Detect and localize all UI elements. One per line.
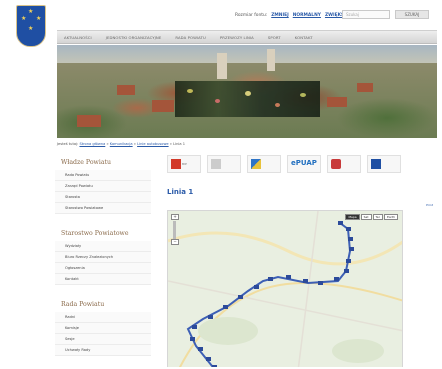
sidebar-item[interactable]: Starosta [55, 192, 151, 203]
town-aerial-banner [57, 45, 437, 138]
nav-item-transport[interactable]: PRZEWOZY LINIA [213, 35, 261, 40]
sidebar-item[interactable]: Radni [55, 312, 151, 323]
sidebar-item[interactable]: Komisje [55, 323, 151, 334]
epuap-logo-link[interactable]: ePUAP [287, 155, 321, 173]
sidebar-item[interactable]: Sesje [55, 334, 151, 345]
breadcrumb-prefix: Jesteś tutaj: [57, 142, 79, 146]
sidebar-item[interactable]: Kontakt [55, 274, 151, 285]
document-icon [211, 159, 221, 169]
flower-bed-strip [175, 81, 320, 117]
sidebar-item[interactable]: Uchwały Rady [55, 345, 151, 356]
sidebar-section-title: Rada Powiatu [61, 301, 105, 308]
nav-item-sport[interactable]: SPORT [261, 35, 288, 40]
sidebar-item[interactable]: Zarząd Powiatu [55, 181, 151, 192]
map-type-control: Mapa Sat Ter Earth [345, 214, 398, 220]
bip-logo-link[interactable]: BIP [167, 155, 201, 173]
eu-flag-icon [371, 159, 381, 169]
sidebar-section-title: Starostwo Powiatowe [61, 230, 129, 237]
bus-route-line [186, 222, 352, 367]
flag-icon [251, 159, 261, 169]
star-icon: ★ [28, 25, 34, 32]
star-icon: ★ [21, 15, 27, 22]
document-logo-link[interactable] [207, 155, 241, 173]
sidebar: Władze Powiatu Rada Powiatu Zarząd Powia… [55, 153, 159, 367]
breadcrumb-communication[interactable]: Komunikacja [110, 142, 133, 146]
flag-logo-link[interactable] [247, 155, 281, 173]
map-zoom-control: + − [171, 214, 179, 248]
map-type-map-button[interactable]: Mapa [345, 214, 360, 220]
breadcrumb-bus-lines[interactable]: Linie autobusowe [137, 142, 169, 146]
nav-item-units[interactable]: JEDNOSTKI ORGANIZACYJNE [99, 35, 169, 40]
map-type-earth-button[interactable]: Earth [383, 214, 398, 220]
star-icon: ★ [36, 15, 42, 22]
print-link[interactable]: Print [426, 203, 433, 207]
nav-item-news[interactable]: AKTUALNOŚCI [57, 35, 99, 40]
eu-logo-link[interactable] [367, 155, 401, 173]
partner-logos: BIP ePUAP [167, 155, 437, 177]
sidebar-item[interactable]: Wydziały [55, 241, 151, 252]
font-size-decrease-link[interactable]: ZMNIEJ [271, 13, 289, 18]
font-size-controls: Rozmiar fontu: ZMNIEJ NORMALNY ZWIĘKSZ [235, 13, 347, 18]
sidebar-item[interactable]: Ogłoszenia [55, 263, 151, 274]
zoom-in-button[interactable]: + [171, 214, 179, 220]
nav-item-contact[interactable]: KONTAKT [288, 35, 320, 40]
search-button[interactable]: SZUKAJ [395, 10, 429, 19]
main-navigation: AKTUALNOŚCI JEDNOSTKI ORGANIZACYJNE RADA… [57, 30, 437, 44]
breadcrumb: Jesteś tutaj: Strona główna » Komunikacj… [57, 142, 185, 146]
search-input[interactable]: Szukaj [342, 10, 390, 19]
main-content: BIP ePUAP Linia 1 Print + − Mapa Sat Ter… [167, 155, 437, 367]
nav-item-council[interactable]: RADA POWIATU [168, 35, 213, 40]
eagle-icon [331, 159, 341, 169]
breadcrumb-home[interactable]: Strona główna [79, 142, 105, 146]
font-size-label: Rozmiar fontu: [235, 13, 268, 18]
map-type-satellite-button[interactable]: Sat [360, 214, 372, 220]
epuap-icon: ePUAP [291, 159, 317, 167]
route-map[interactable]: + − Mapa Sat Ter Earth [167, 210, 403, 367]
sidebar-item[interactable]: Starostwo Powiatowe [55, 203, 151, 214]
map-canvas [168, 211, 402, 367]
zoom-out-button[interactable]: − [171, 239, 179, 245]
star-icon: ★ [28, 8, 34, 15]
header: Rozmiar fontu: ZMNIEJ NORMALNY ZWIĘKSZ S… [3, 3, 437, 27]
page: Rozmiar fontu: ZMNIEJ NORMALNY ZWIĘKSZ S… [3, 3, 437, 367]
map-type-terrain-button[interactable]: Ter [372, 214, 383, 220]
sidebar-item[interactable]: Rada Powiatu [55, 170, 151, 181]
font-size-normal-link[interactable]: NORMALNY [293, 13, 321, 18]
sidebar-item[interactable]: Biuro Rzeczy Znalezionych [55, 252, 151, 263]
sidebar-section-title: Władze Powiatu [61, 159, 111, 166]
route-title: Linia 1 [167, 188, 194, 196]
coat-of-arms-logo[interactable]: ★ ★ ★ ★ [16, 5, 46, 47]
bip-icon [171, 159, 181, 169]
breadcrumb-current: Linia 1 [173, 142, 185, 146]
eagle-logo-link[interactable] [327, 155, 361, 173]
zoom-slider[interactable] [173, 221, 176, 239]
